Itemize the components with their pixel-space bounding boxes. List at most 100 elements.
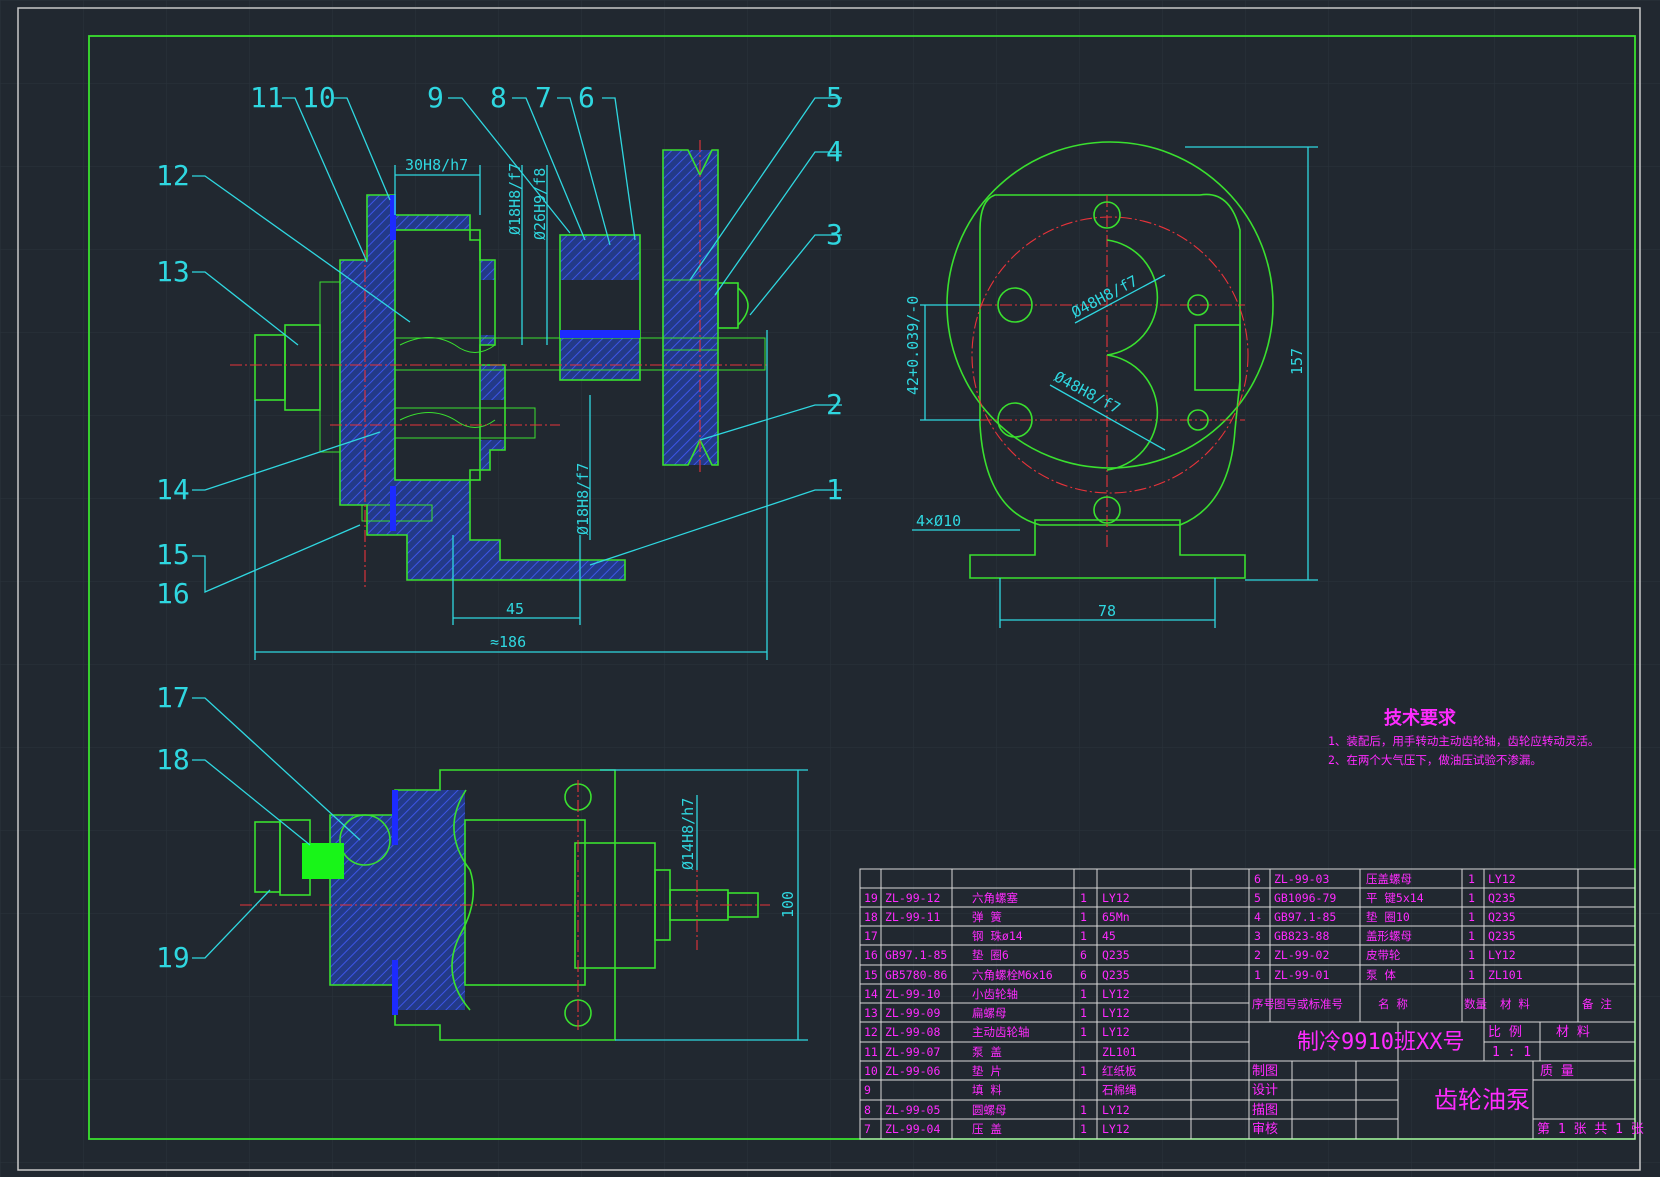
svg-text:1: 1 [1080, 891, 1087, 905]
svg-text:垫 圈6: 垫 圈6 [972, 948, 1009, 962]
part-label-17: 17 [156, 681, 190, 714]
svg-text:14: 14 [864, 987, 878, 1001]
svg-text:名 称: 名 称 [1378, 997, 1408, 1011]
svg-text:平 键5x14: 平 键5x14 [1366, 891, 1424, 905]
part-label-19: 19 [156, 941, 190, 974]
role-tracer: 描图 [1252, 1103, 1278, 1118]
part-label-5: 5 [826, 81, 843, 114]
svg-text:LY12: LY12 [1102, 891, 1130, 905]
svg-text:1: 1 [1468, 872, 1475, 886]
class-name: 制冷9910班XX号 [1297, 1030, 1464, 1055]
part-label-2: 2 [826, 388, 843, 421]
part-label-18: 18 [156, 743, 190, 776]
svg-text:3: 3 [1254, 929, 1261, 943]
svg-text:ZL-99-07: ZL-99-07 [885, 1045, 940, 1059]
svg-text:1: 1 [1468, 929, 1475, 943]
svg-text:1: 1 [1080, 1006, 1087, 1020]
svg-text:LY12: LY12 [1102, 987, 1130, 1001]
svg-text:填 料: 填 料 [972, 1083, 1002, 1097]
svg-text:六角螺栓M6x16: 六角螺栓M6x16 [972, 968, 1053, 982]
svg-text:1: 1 [1468, 910, 1475, 924]
dim-18h8-bottom: Ø18H8/f7 [574, 463, 592, 535]
svg-text:GB1096-79: GB1096-79 [1274, 891, 1336, 905]
dim-186: ≈186 [490, 633, 526, 651]
background-grid [0, 0, 1660, 1177]
svg-text:压盖螺母: 压盖螺母 [1366, 872, 1412, 886]
svg-text:Q235: Q235 [1488, 929, 1516, 943]
tech-req-line-2: 2、在两个大气压下，做油压试验不渗漏。 [1328, 753, 1542, 767]
svg-text:LY12: LY12 [1488, 872, 1516, 886]
part-label-15: 15 [156, 538, 190, 571]
svg-text:16: 16 [864, 948, 878, 962]
scale-label: 比 例 [1488, 1025, 1522, 1040]
svg-text:1: 1 [1080, 1025, 1087, 1039]
svg-text:盖形螺母: 盖形螺母 [1366, 929, 1412, 943]
svg-text:Q235: Q235 [1488, 891, 1516, 905]
dim-18h8-top: Ø18H8/f7 [506, 163, 524, 235]
svg-text:弹 簧: 弹 簧 [972, 910, 1002, 924]
svg-text:数量: 数量 [1464, 997, 1487, 1011]
svg-text:ZL-99-05: ZL-99-05 [885, 1103, 940, 1117]
scale-value: 1 : 1 [1492, 1045, 1531, 1060]
svg-text:LY12: LY12 [1102, 1103, 1130, 1117]
svg-text:石棉绳: 石棉绳 [1102, 1083, 1137, 1097]
part-label-7: 7 [535, 81, 552, 114]
svg-text:15: 15 [864, 968, 878, 982]
svg-text:Q235: Q235 [1102, 948, 1130, 962]
part-label-10: 10 [302, 81, 336, 114]
svg-text:垫 片: 垫 片 [972, 1064, 1002, 1078]
part-label-12: 12 [156, 159, 190, 192]
dim-14h8: Ø14H8/h7 [679, 798, 697, 870]
svg-text:6: 6 [1254, 872, 1261, 886]
svg-text:1: 1 [1080, 910, 1087, 924]
part-label-13: 13 [156, 255, 190, 288]
svg-text:6: 6 [1080, 948, 1087, 962]
svg-text:8: 8 [864, 1103, 871, 1117]
part-label-4: 4 [826, 135, 843, 168]
svg-text:6: 6 [1080, 968, 1087, 982]
svg-text:ZL-99-02: ZL-99-02 [1274, 948, 1329, 962]
dim-26h9: Ø26H9/f8 [531, 168, 549, 240]
svg-text:ZL-99-03: ZL-99-03 [1274, 872, 1329, 886]
part-label-9: 9 [427, 81, 444, 114]
drawing-name: 齿轮油泵 [1434, 1086, 1530, 1114]
svg-text:圆螺母: 圆螺母 [972, 1103, 1007, 1117]
svg-text:17: 17 [864, 929, 878, 943]
svg-text:9: 9 [864, 1083, 871, 1097]
svg-text:ZL-99-08: ZL-99-08 [885, 1025, 940, 1039]
svg-text:18: 18 [864, 910, 878, 924]
svg-text:1: 1 [1080, 1122, 1087, 1136]
svg-text:13: 13 [864, 1006, 878, 1020]
svg-text:1: 1 [1080, 987, 1087, 1001]
svg-text:2: 2 [1254, 948, 1261, 962]
svg-text:4: 4 [1254, 910, 1261, 924]
svg-text:10: 10 [864, 1064, 878, 1078]
svg-text:备 注: 备 注 [1582, 997, 1612, 1011]
svg-text:19: 19 [864, 891, 878, 905]
svg-text:钢 珠ø14: 钢 珠ø14 [972, 929, 1023, 943]
dim-157: 157 [1288, 348, 1306, 375]
svg-text:65Mn: 65Mn [1102, 910, 1130, 924]
material-label: 材 料 [1556, 1025, 1590, 1040]
svg-text:LY12: LY12 [1102, 1006, 1130, 1020]
svg-text:11: 11 [864, 1045, 878, 1059]
weight-label: 质 量 [1540, 1064, 1574, 1079]
svg-text:图号或标准号: 图号或标准号 [1274, 997, 1343, 1011]
part-label-3: 3 [826, 218, 843, 251]
tech-req-title: 技术要求 [1384, 707, 1457, 729]
svg-text:ZL101: ZL101 [1488, 968, 1523, 982]
svg-text:45: 45 [1102, 929, 1116, 943]
svg-text:小齿轮轴: 小齿轮轴 [972, 987, 1018, 1001]
svg-text:7: 7 [864, 1122, 871, 1136]
svg-text:1: 1 [1080, 929, 1087, 943]
svg-text:Q235: Q235 [1102, 968, 1130, 982]
svg-text:扁螺母: 扁螺母 [972, 1006, 1007, 1020]
role-drafter: 制图 [1252, 1064, 1278, 1079]
tech-req-line-1: 1、装配后，用手转动主动齿轮轴，齿轮应转动灵活。 [1328, 734, 1599, 748]
svg-text:LY12: LY12 [1102, 1122, 1130, 1136]
svg-text:皮带轮: 皮带轮 [1366, 948, 1401, 962]
part-label-11: 11 [250, 81, 284, 114]
svg-text:GB823-88: GB823-88 [1274, 929, 1329, 943]
svg-text:12: 12 [864, 1025, 878, 1039]
dim-holes: 4×Ø10 [916, 512, 961, 530]
